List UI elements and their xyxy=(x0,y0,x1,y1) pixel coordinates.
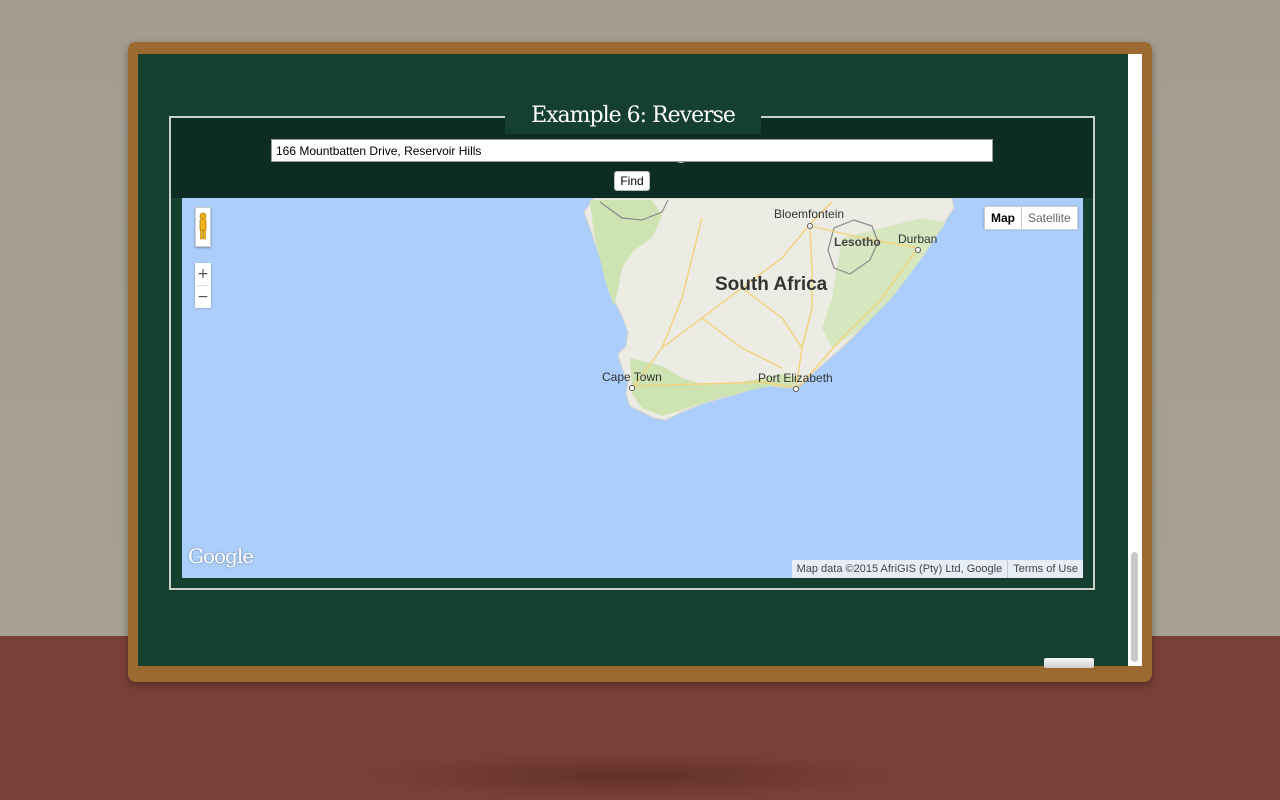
find-button[interactable]: Find xyxy=(614,171,650,191)
zoom-control: + − xyxy=(195,263,211,308)
city-label-cape-town: Cape Town xyxy=(602,370,662,384)
map-attribution-bar: Map data ©2015 AfriGIS (Pty) Ltd, Google… xyxy=(791,560,1083,578)
cape-town-dot xyxy=(629,385,635,391)
floor-shadow xyxy=(350,752,910,800)
terms-of-use-link[interactable]: Terms of Use xyxy=(1007,560,1083,578)
google-logo: Google xyxy=(188,544,254,568)
page-title: Example 6: Reverse Geocoding xyxy=(505,98,761,164)
address-input[interactable] xyxy=(271,139,993,162)
street-view-pegman[interactable] xyxy=(195,207,211,247)
port-elizabeth-dot xyxy=(793,386,799,392)
page-scrollbar[interactable] xyxy=(1128,54,1142,666)
durban-dot xyxy=(915,247,921,253)
bloemfontein-dot xyxy=(807,223,813,229)
map-data-attribution: Map data ©2015 AfriGIS (Pty) Ltd, Google xyxy=(796,563,1003,575)
scrollbar-thumb[interactable] xyxy=(1131,552,1138,662)
region-label-lesotho: Lesotho xyxy=(834,235,881,249)
city-label-bloemfontein: Bloemfontein xyxy=(774,207,845,221)
zoom-out-button[interactable]: − xyxy=(195,286,211,308)
chalk-piece xyxy=(1044,658,1094,668)
city-label-port-elizabeth: Port Elizabeth xyxy=(758,371,833,385)
city-label-durban: Durban xyxy=(898,232,938,246)
country-label: South Africa xyxy=(715,274,828,295)
map-type-map-button[interactable]: Map xyxy=(984,206,1022,230)
pegman-icon xyxy=(199,212,207,240)
zoom-in-button[interactable]: + xyxy=(195,263,211,285)
map-canvas[interactable]: South Africa Bloemfontein Lesotho Durban… xyxy=(182,198,1083,578)
map-type-control: Map Satellite xyxy=(984,206,1078,230)
map-tiles xyxy=(583,198,955,421)
map-type-satellite-button[interactable]: Satellite xyxy=(1022,206,1078,230)
